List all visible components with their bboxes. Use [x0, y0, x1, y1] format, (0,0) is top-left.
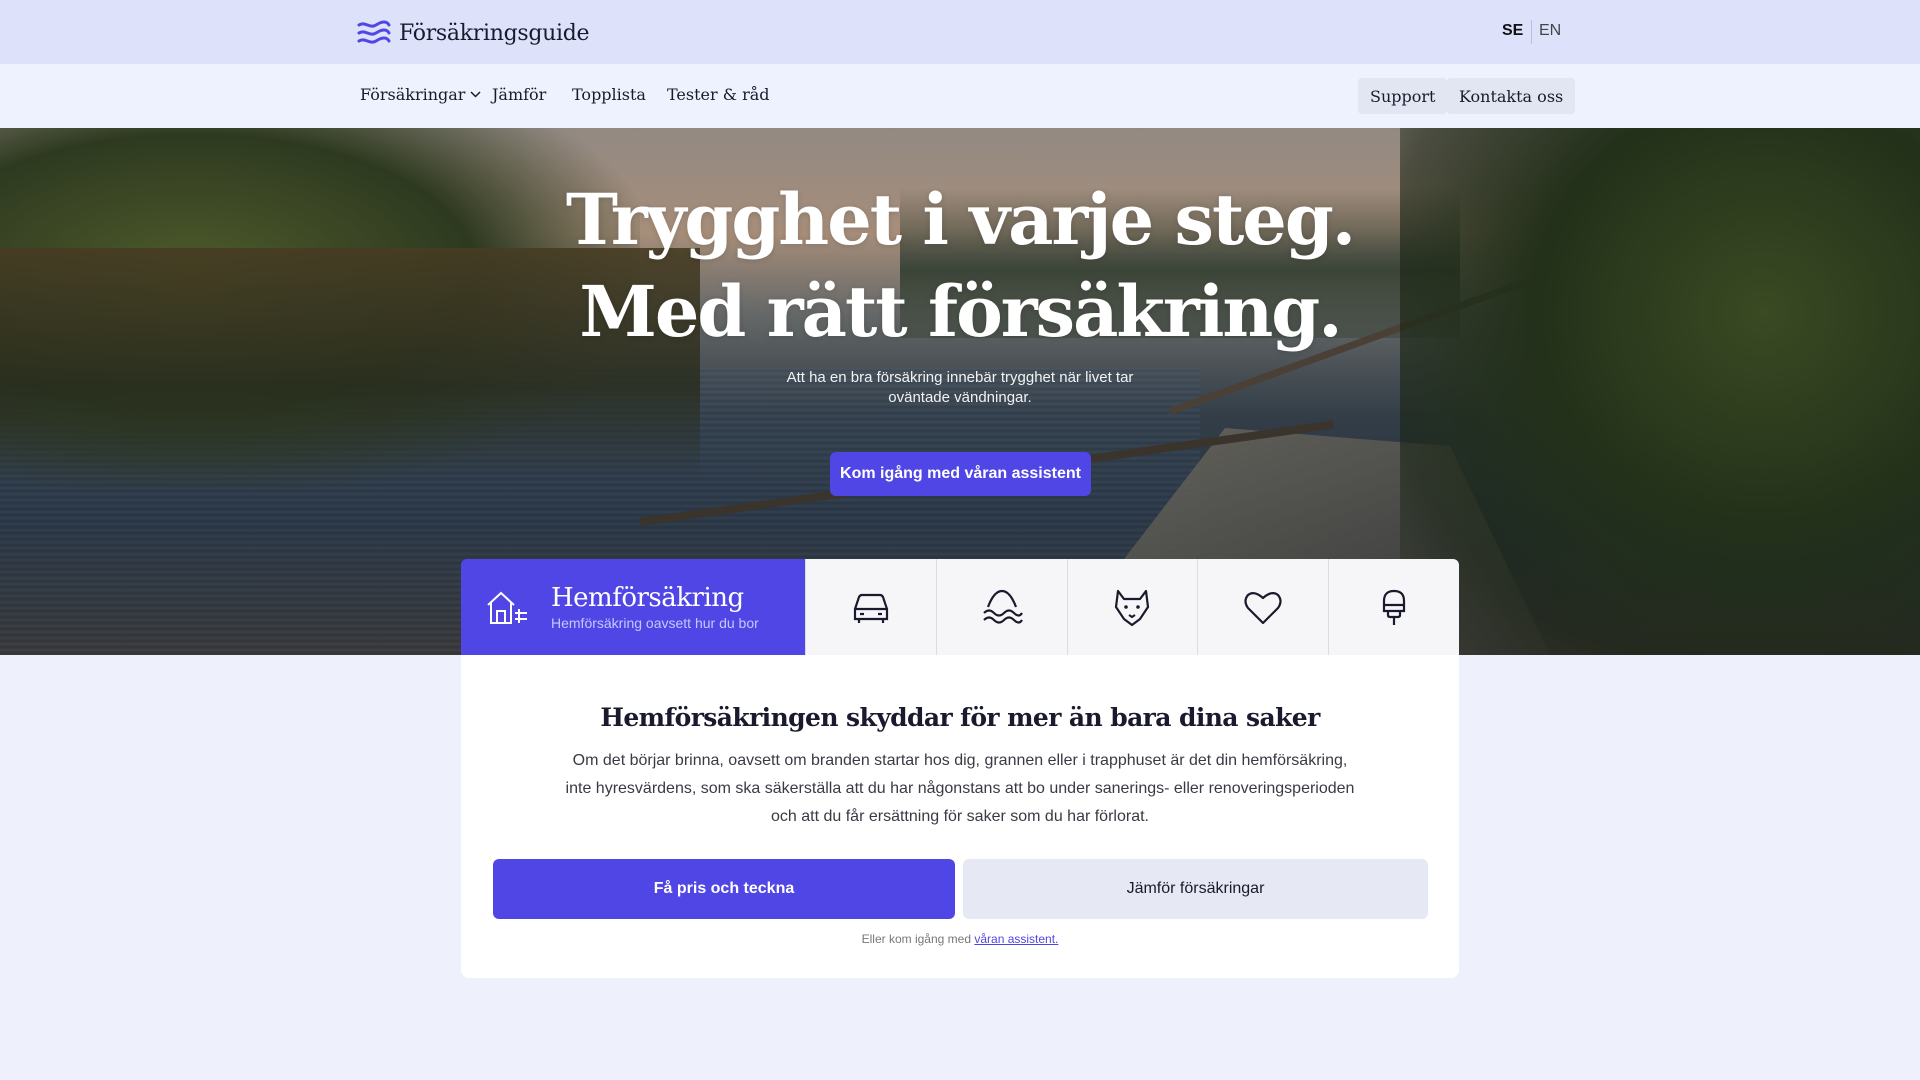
card-footer: Eller kom igång med våran assistent.	[461, 932, 1459, 946]
nav-bar: Försäkringar Jämför Topplista Tester & r…	[0, 64, 1920, 128]
assistant-link[interactable]: våran assistent.	[974, 932, 1058, 946]
tab-active-text: Hemförsäkring Hemförsäkring oavsett hur …	[551, 583, 759, 631]
lang-se[interactable]: SE	[1502, 22, 1523, 40]
car-icon	[853, 593, 888, 623]
tab-pet[interactable]	[1066, 559, 1198, 655]
nav-item-topplista[interactable]: Topplista	[572, 85, 646, 104]
hero-subtitle: Att ha en bra försäkring innebär trygghe…	[786, 369, 1134, 406]
tab-active-title: Hemförsäkring	[551, 583, 744, 613]
tab-health[interactable]	[1197, 559, 1329, 655]
hero-title: Trygghet i varje steg. Med rätt försäkri…	[0, 174, 1920, 358]
water-icon	[982, 589, 1023, 624]
card-body: Om det börjar brinna, oavsett om branden…	[565, 752, 1355, 825]
heart-icon	[1244, 591, 1282, 625]
nav-item-forsakringar[interactable]: Försäkringar	[360, 85, 481, 104]
insurance-info-card: Hemförsäkringen skyddar för mer än bara …	[461, 655, 1459, 978]
tab-accident[interactable]	[1328, 559, 1459, 655]
logo-waves-icon	[357, 20, 391, 44]
support-button[interactable]: Support	[1358, 78, 1448, 114]
card-footer-text: Eller kom igång med	[861, 932, 971, 946]
tab-water[interactable]	[935, 559, 1067, 655]
top-bar: Försäkringsguide SE EN	[0, 0, 1920, 64]
get-price-button[interactable]: Få pris och teckna	[493, 859, 955, 919]
insurance-category-tabs: Hemförsäkring Hemförsäkring oavsett hur …	[461, 559, 1459, 655]
card-title: Hemförsäkringen skyddar för mer än bara …	[600, 703, 1320, 732]
nav-item-jamfor[interactable]: Jämför	[492, 85, 546, 104]
logo[interactable]: Försäkringsguide	[357, 18, 590, 48]
tab-car[interactable]	[805, 559, 936, 655]
pet-icon	[1115, 589, 1150, 627]
hero-title-line2: Med rätt försäkring.	[579, 270, 1342, 353]
compare-button[interactable]: Jämför försäkringar	[963, 859, 1428, 919]
lang-en[interactable]: EN	[1539, 22, 1561, 40]
tab-active-desc: Hemförsäkring oavsett hur du bor	[551, 615, 759, 631]
lang-divider	[1531, 20, 1532, 44]
nav-item-tester[interactable]: Tester & råd	[667, 85, 770, 104]
brand-name: Försäkringsguide	[399, 20, 590, 46]
contact-button[interactable]: Kontakta oss	[1447, 78, 1576, 114]
accident-icon	[1382, 589, 1406, 625]
assistant-cta-button[interactable]: Kom igång med våran assistent	[830, 452, 1091, 496]
tab-hemforsakring[interactable]: Hemförsäkring Hemförsäkring oavsett hur …	[461, 559, 805, 655]
home-icon	[487, 591, 527, 624]
nav-item-label: Försäkringar	[360, 85, 466, 104]
hero-title-line1: Trygghet i varje steg.	[565, 178, 1356, 261]
chevron-down-icon	[470, 91, 481, 98]
